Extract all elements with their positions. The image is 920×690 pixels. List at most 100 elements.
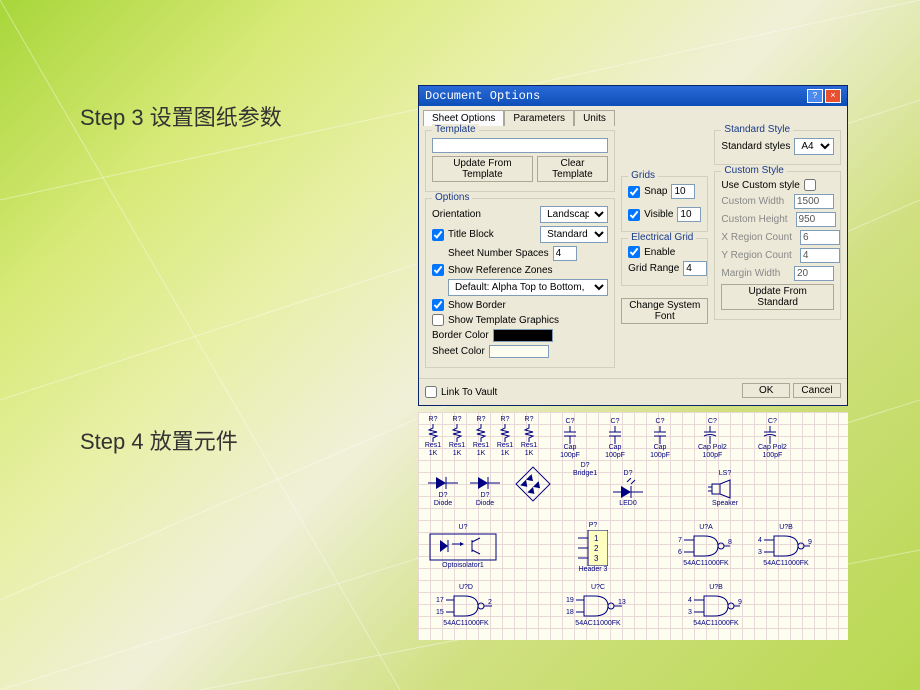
bridge-label: D?Bridge1 — [573, 462, 597, 478]
tab-units[interactable]: Units — [574, 110, 615, 126]
cap-part: C?Cap100pF — [558, 418, 582, 460]
svg-text:6: 6 — [678, 549, 682, 556]
svg-text:19: 19 — [566, 597, 574, 604]
visible-checkbox[interactable] — [628, 209, 640, 221]
gate-a-part: U?A76854AC11000FK — [678, 524, 734, 568]
template-title: Template — [432, 124, 479, 135]
svg-text:3: 3 — [688, 609, 692, 616]
title-block-select[interactable]: Standard — [540, 226, 608, 243]
show-ref-checkbox[interactable] — [432, 264, 444, 276]
visible-label: Visible — [644, 209, 673, 220]
border-color-label: Border Color — [432, 330, 489, 341]
step3-heading: Step 3 设置图纸参数 — [80, 100, 282, 132]
enable-egrid-checkbox[interactable] — [628, 246, 640, 258]
change-font-button[interactable]: Change System Font — [621, 298, 708, 324]
options-title: Options — [432, 192, 472, 203]
custom-height-label: Custom Height — [721, 214, 787, 225]
led-part: D?LED0 — [613, 470, 643, 508]
bridge-part — [513, 464, 553, 504]
show-border-checkbox[interactable] — [432, 299, 444, 311]
snap-label: Snap — [644, 186, 667, 197]
gate-b-part: U?B43954AC11000FK — [758, 524, 814, 568]
update-from-template-button[interactable]: Update From Template — [432, 156, 533, 182]
svg-text:15: 15 — [436, 609, 444, 616]
svg-text:4: 4 — [688, 597, 692, 604]
svg-text:2: 2 — [488, 599, 492, 606]
sheet-num-label: Sheet Number Spaces — [448, 248, 549, 259]
yregion-label: Y Region Count — [721, 250, 791, 261]
diode-part: D?Diode — [428, 474, 458, 508]
use-custom-checkbox[interactable] — [804, 179, 816, 191]
gate-c-part: U?C19181354AC11000FK — [566, 584, 630, 628]
grids-title: Grids — [628, 170, 658, 181]
sheet-color-swatch[interactable] — [489, 345, 549, 358]
cap-part: C?Cap100pF — [603, 418, 627, 460]
svg-text:3: 3 — [594, 554, 599, 563]
svg-text:9: 9 — [738, 599, 742, 606]
svg-text:2: 2 — [594, 544, 599, 553]
xregion-label: X Region Count — [721, 232, 792, 243]
snap-input[interactable] — [671, 184, 695, 199]
show-ref-label: Show Reference Zones — [448, 265, 553, 276]
snap-checkbox[interactable] — [628, 186, 640, 198]
custom-style-group: Custom Style Use Custom style Custom Wid… — [714, 171, 841, 320]
template-group: Template Update From Template Clear Temp… — [425, 130, 615, 192]
title-block-label: Title Block — [448, 229, 494, 240]
close-icon[interactable]: × — [825, 89, 841, 103]
grids-group: Grids Snap Visible — [621, 176, 708, 232]
std-style-select[interactable]: A4 — [794, 138, 834, 155]
yregion-input — [800, 248, 840, 263]
grid-range-input[interactable] — [683, 261, 707, 276]
opto-part: U?Optoisolator1 — [428, 524, 498, 570]
tab-parameters[interactable]: Parameters — [504, 110, 574, 126]
resistor-part: R?Res11K — [448, 416, 466, 458]
resistor-part: R?Res11K — [496, 416, 514, 458]
cap-part: C?Cap100pF — [648, 418, 672, 460]
margin-label: Margin Width — [721, 268, 780, 279]
svg-text:17: 17 — [436, 597, 444, 604]
svg-text:9: 9 — [808, 539, 812, 546]
dialog-titlebar[interactable]: Document Options ? × — [419, 86, 847, 106]
schematic-canvas: R?Res11K R?Res11K R?Res11K R?Res11K R?Re… — [418, 412, 848, 640]
sheet-num-input[interactable] — [553, 246, 577, 261]
svg-text:8: 8 — [728, 539, 732, 546]
ok-button[interactable]: OK — [742, 383, 790, 398]
custom-width-label: Custom Width — [721, 196, 784, 207]
ref-default-select[interactable]: Default: Alpha Top to Bottom, — [448, 279, 608, 296]
std-label: Standard styles — [721, 141, 790, 152]
svg-text:13: 13 — [618, 599, 626, 606]
title-block-checkbox[interactable] — [432, 229, 444, 241]
template-combo[interactable] — [432, 138, 608, 153]
border-color-swatch[interactable] — [493, 329, 553, 342]
resistor-part: R?Res11K — [472, 416, 490, 458]
cancel-button[interactable]: Cancel — [793, 383, 841, 398]
update-from-standard-button[interactable]: Update From Standard — [721, 284, 834, 310]
svg-text:3: 3 — [758, 549, 762, 556]
gate-b2-part: U?B43954AC11000FK — [688, 584, 744, 628]
show-template-label: Show Template Graphics — [448, 315, 559, 326]
clear-template-button[interactable]: Clear Template — [537, 156, 608, 182]
resistor-part: R?Res11K — [520, 416, 538, 458]
step4-heading: Step 4 放置元件 — [80, 424, 238, 456]
orientation-select[interactable]: Landscape — [540, 206, 608, 223]
electrical-grid-group: Electrical Grid Enable Grid Range — [621, 238, 708, 286]
custom-width-input — [794, 194, 834, 209]
show-template-checkbox[interactable] — [432, 314, 444, 326]
use-custom-label: Use Custom style — [721, 180, 799, 191]
svg-text:18: 18 — [566, 609, 574, 616]
help-icon[interactable]: ? — [807, 89, 823, 103]
resistor-part: R?Res11K — [424, 416, 442, 458]
grid-range-label: Grid Range — [628, 263, 679, 274]
document-options-dialog: Document Options ? × Sheet Options Param… — [418, 85, 848, 406]
visible-input[interactable] — [677, 207, 701, 222]
options-group: Options OrientationLandscape Title Block… — [425, 198, 615, 368]
show-border-label: Show Border — [448, 300, 506, 311]
margin-input — [794, 266, 834, 281]
header-part: P?123Header 3 — [578, 522, 608, 574]
cappol-part: C?Cap Pol2100pF — [698, 418, 727, 460]
sheet-color-label: Sheet Color — [432, 346, 485, 357]
egrid-title: Electrical Grid — [628, 232, 696, 243]
gate-d-part: U?D1715254AC11000FK — [436, 584, 496, 628]
link-vault-checkbox[interactable] — [425, 386, 437, 398]
link-vault-label: Link To Vault — [441, 387, 497, 398]
